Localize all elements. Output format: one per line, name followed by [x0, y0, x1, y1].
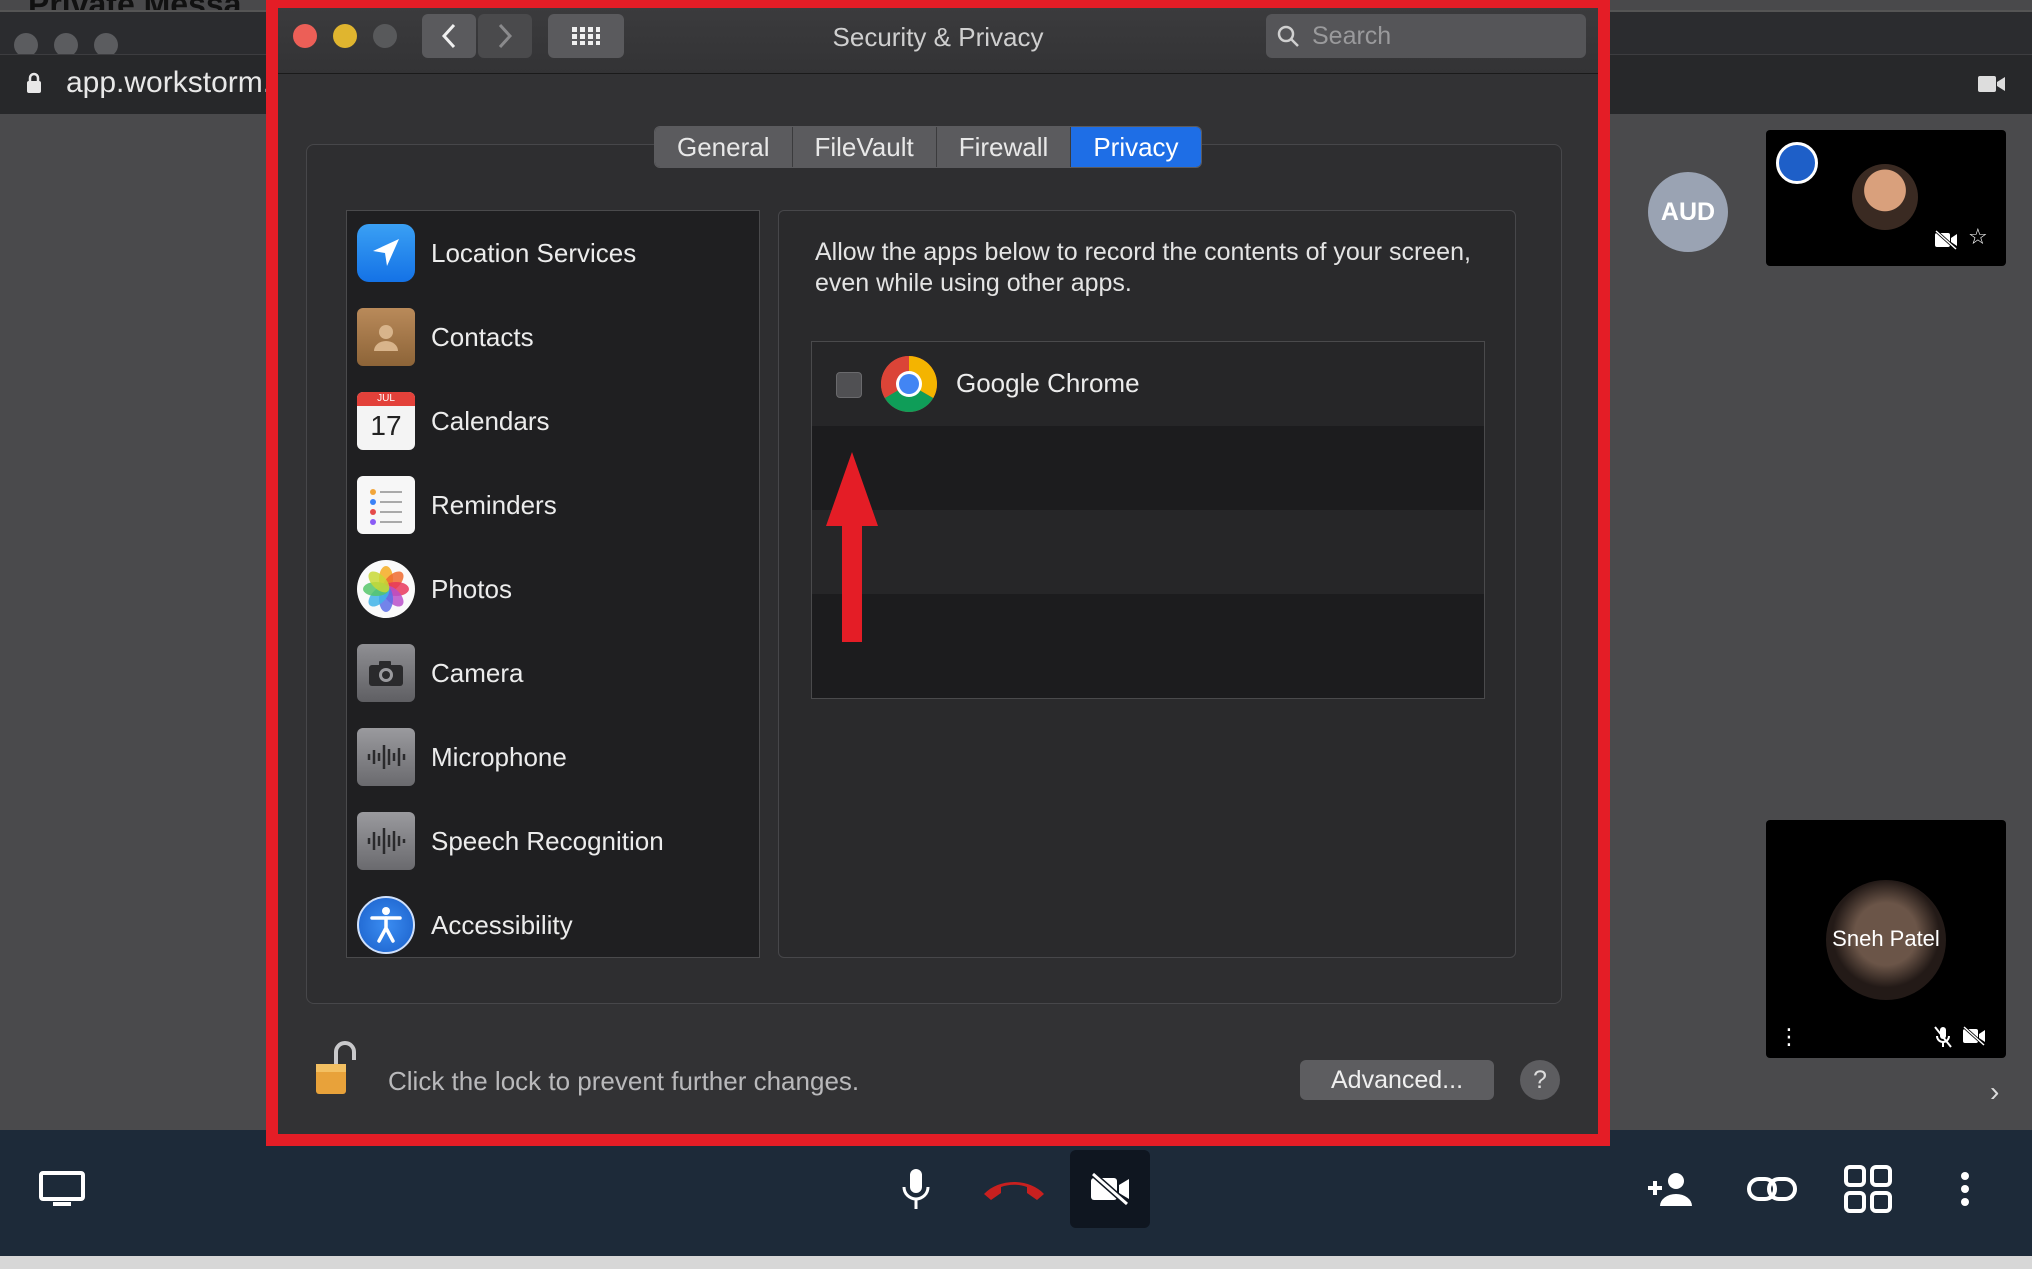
- add-person-icon: [1648, 1173, 1692, 1206]
- category-label: Microphone: [431, 741, 567, 772]
- category-item-contacts[interactable]: Contacts: [347, 295, 759, 379]
- google-chrome-checkbox[interactable]: [836, 372, 862, 398]
- tab-privacy[interactable]: Privacy: [1071, 127, 1201, 167]
- call-control-bar: [0, 1130, 2032, 1256]
- browser-url-text[interactable]: app.workstorm.c: [66, 66, 286, 100]
- category-item-calendars[interactable]: JUL 17 Calendars: [347, 379, 759, 463]
- participant-avatar[interactable]: AUD: [1648, 172, 1728, 252]
- copy-link-button[interactable]: [1744, 1150, 1800, 1228]
- add-participant-button[interactable]: [1644, 1150, 1696, 1228]
- category-item-speech-recognition[interactable]: Speech Recognition: [347, 799, 759, 883]
- category-item-accessibility[interactable]: Accessibility: [347, 883, 759, 957]
- search-icon: [1277, 25, 1299, 47]
- video-off-icon: [1091, 1172, 1129, 1206]
- presenter-badge-icon: [1776, 142, 1818, 184]
- reminders-list-icon: [357, 476, 415, 534]
- end-call-button[interactable]: [978, 1150, 1050, 1228]
- video-camera-icon[interactable]: [1978, 74, 2006, 94]
- camera-icon: [357, 644, 415, 702]
- privacy-category-list[interactable]: Location Services Contacts JUL 17 Calend…: [346, 210, 760, 958]
- microphone-icon: [902, 1169, 930, 1209]
- participant-tile[interactable]: Sneh Patel ⋮: [1766, 820, 2006, 1058]
- category-label: Speech Recognition: [431, 825, 664, 856]
- tab-bar: General FileVault Firewall Privacy: [654, 126, 1202, 168]
- unlocked-padlock-icon[interactable]: [314, 1040, 358, 1098]
- privacy-detail-panel: Allow the apps below to record the conte…: [778, 210, 1516, 958]
- more-options-button[interactable]: [1950, 1150, 1980, 1228]
- app-row-empty: [812, 426, 1484, 510]
- video-off-icon: [1962, 1026, 1986, 1046]
- taskbar-strip: [0, 1256, 2032, 1269]
- microphone-waveform-icon: [357, 728, 415, 786]
- more-vertical-icon: [1961, 1172, 1969, 1206]
- photos-flower-icon: [357, 560, 415, 618]
- screen-share-button[interactable]: [36, 1150, 88, 1228]
- category-item-reminders[interactable]: Reminders: [347, 463, 759, 547]
- participant-photo: [1852, 164, 1918, 230]
- app-permission-list[interactable]: Google Chrome: [811, 341, 1485, 699]
- tab-filevault[interactable]: FileVault: [792, 127, 937, 167]
- category-item-camera[interactable]: Camera: [347, 631, 759, 715]
- tab-general[interactable]: General: [655, 127, 793, 167]
- category-label: Reminders: [431, 489, 557, 520]
- window-titlebar: Security & Privacy: [278, 8, 1598, 74]
- advanced-button[interactable]: Advanced...: [1300, 1060, 1494, 1100]
- grid-icon: [1844, 1165, 1892, 1213]
- lock-hint-text: Click the lock to prevent further change…: [388, 1066, 860, 1096]
- location-arrow-icon: [357, 224, 415, 282]
- category-label: Location Services: [431, 237, 637, 268]
- category-label: Camera: [431, 657, 524, 688]
- category-label: Photos: [431, 573, 512, 604]
- participant-name: Sneh Patel: [1832, 926, 1940, 951]
- mute-button[interactable]: [890, 1150, 942, 1228]
- security-privacy-window: Security & Privacy General FileVault Fir…: [278, 8, 1598, 1134]
- category-label: Contacts: [431, 321, 534, 352]
- category-label: Calendars: [431, 405, 550, 436]
- category-item-photos[interactable]: Photos: [347, 547, 759, 631]
- calendar-icon: JUL 17: [357, 392, 415, 450]
- star-icon[interactable]: ☆: [1968, 224, 1988, 250]
- chrome-icon: [880, 356, 938, 412]
- category-label: Accessibility: [431, 909, 573, 940]
- participant-tile[interactable]: ☆: [1766, 130, 2006, 266]
- help-button[interactable]: ?: [1520, 1060, 1560, 1100]
- lock-icon: [27, 72, 41, 93]
- detail-description: Allow the apps below to record the conte…: [815, 238, 1471, 297]
- link-icon: [1747, 1177, 1797, 1201]
- tab-firewall[interactable]: Firewall: [936, 127, 1072, 167]
- chevron-right-icon[interactable]: ›: [1990, 1076, 1999, 1108]
- hang-up-icon: [984, 1182, 1044, 1200]
- layout-grid-button[interactable]: [1840, 1150, 1896, 1228]
- red-arrow-annotation: [826, 452, 878, 642]
- mic-off-icon: [1934, 1026, 1952, 1048]
- toggle-video-button[interactable]: [1070, 1150, 1150, 1228]
- app-row-empty: [812, 594, 1484, 678]
- app-row-empty: [812, 510, 1484, 594]
- speech-waveform-icon: [357, 812, 415, 870]
- more-vertical-icon[interactable]: ⋮: [1778, 1024, 1800, 1050]
- app-row-google-chrome[interactable]: Google Chrome: [812, 342, 1484, 426]
- video-off-icon: [1934, 230, 1958, 250]
- contacts-book-icon: [357, 308, 415, 366]
- category-item-microphone[interactable]: Microphone: [347, 715, 759, 799]
- search-field[interactable]: [1266, 14, 1586, 58]
- search-input[interactable]: [1312, 14, 1572, 58]
- accessibility-icon: [357, 896, 415, 954]
- app-name: Google Chrome: [956, 368, 1140, 398]
- category-item-location-services[interactable]: Location Services: [347, 211, 759, 295]
- monitor-icon: [39, 1171, 85, 1206]
